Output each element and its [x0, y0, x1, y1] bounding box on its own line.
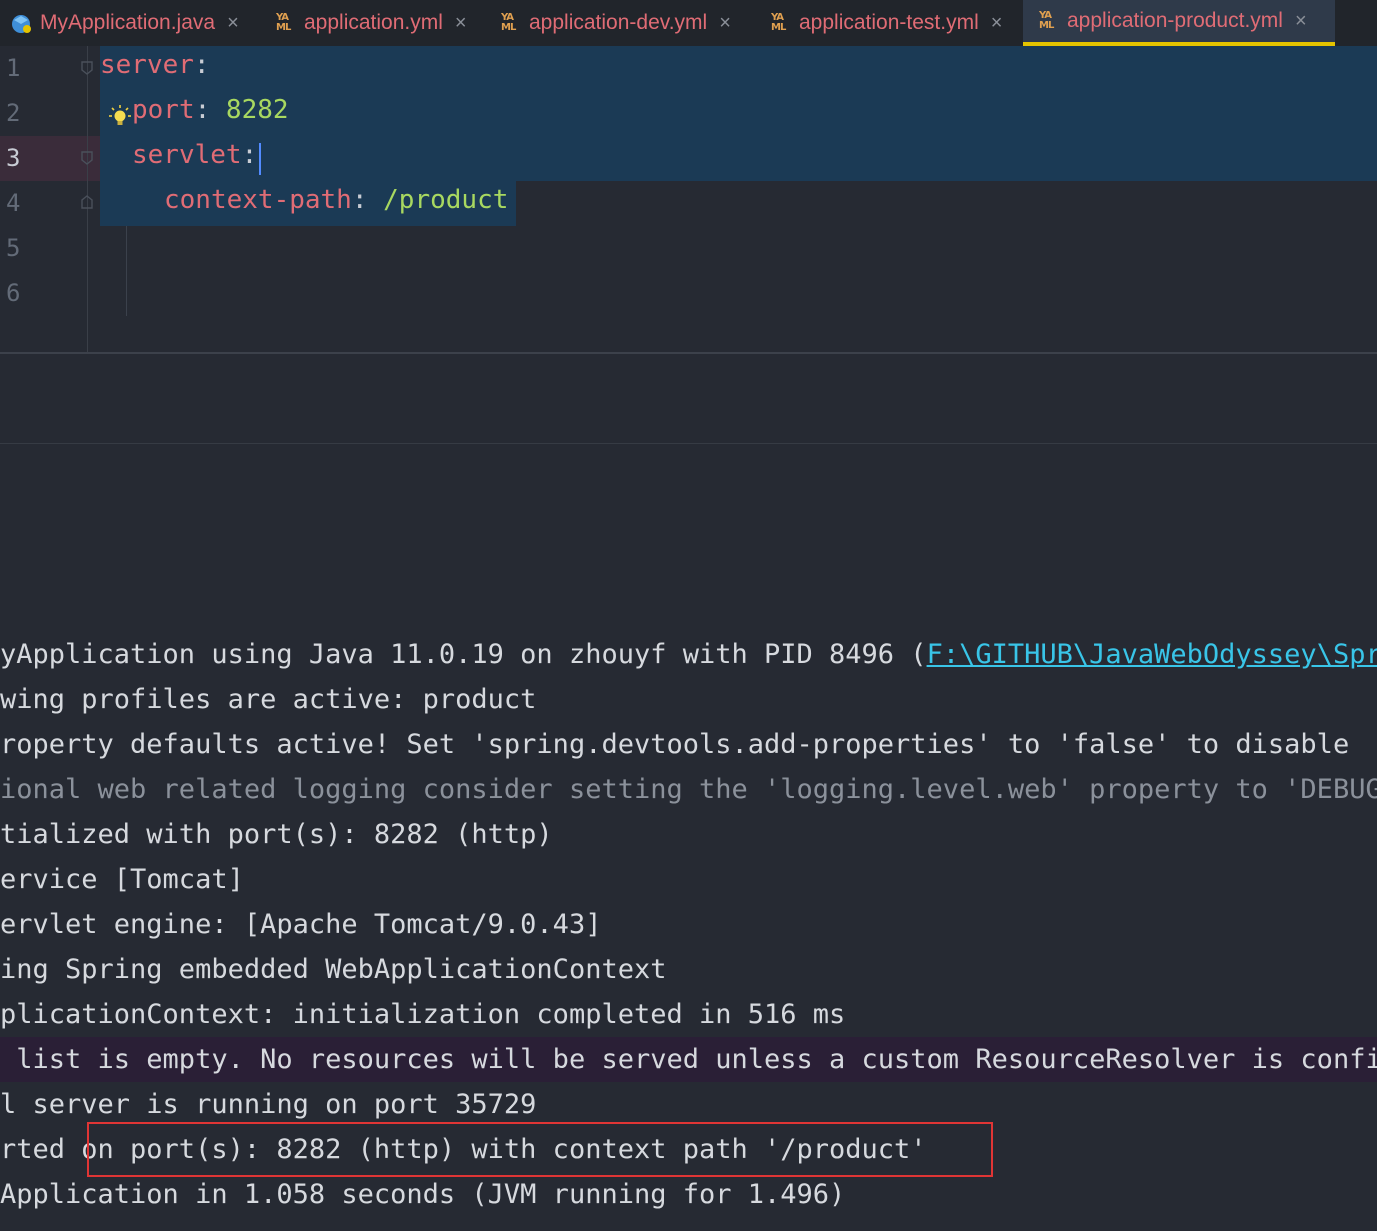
code-line-2[interactable]: port: 8282 [132, 95, 289, 125]
tab-myapplication-java[interactable]: MyApplication.java × [10, 0, 265, 46]
close-icon[interactable]: × [719, 12, 731, 35]
tab-application-dev-yml[interactable]: YA ML application-dev.yml × [501, 0, 763, 46]
fold-marker-icon[interactable] [79, 60, 95, 76]
close-icon[interactable]: × [455, 12, 467, 35]
code-editor[interactable]: 1 2 3 4 5 6 server: port: 8282 servlet: … [0, 46, 1377, 354]
console-line: ing Spring embedded WebApplicationContex… [0, 954, 667, 985]
console-line: tialized with port(s): 8282 (http) [0, 819, 553, 850]
console-line: Application in 1.058 seconds (JVM runnin… [0, 1179, 846, 1210]
yaml-file-icon: YA ML [1039, 10, 1054, 31]
text-selection [100, 46, 1377, 181]
indent-guide [126, 226, 127, 316]
console-line: ervice [Tomcat] [0, 864, 244, 895]
console-line: wing profiles are active: product [0, 684, 537, 715]
yaml-file-icon: YA ML [771, 12, 786, 33]
yaml-file-icon: YA ML [501, 12, 516, 33]
line-number: 3 [6, 144, 21, 172]
text-caret [259, 143, 261, 175]
tab-label: application-test.yml [799, 11, 979, 34]
line-number: 2 [6, 99, 21, 127]
file-path-link[interactable]: F:\GITHUB\JavaWebOdyssey\Spri [927, 639, 1377, 670]
console-line: l server is running on port 35729 [0, 1089, 537, 1120]
fold-end-marker-icon[interactable] [79, 194, 95, 210]
console-separator [0, 443, 1377, 444]
line-number: 5 [6, 234, 21, 262]
code-line-4[interactable]: context-path: /product [164, 185, 508, 215]
editor-bottom-border [0, 352, 1377, 354]
console-line: yApplication using Java 11.0.19 on zhouy… [0, 632, 1377, 677]
editor-tab-bar: MyApplication.java × YA ML application.ym… [0, 0, 1377, 46]
code-line-3[interactable]: servlet: [132, 140, 257, 170]
console-line: plicationContext: initialization complet… [0, 999, 846, 1030]
console-line: ional web related logging consider setti… [0, 774, 1377, 805]
line-number: 6 [6, 279, 21, 307]
java-class-icon [12, 15, 31, 33]
fold-marker-icon[interactable] [79, 150, 95, 166]
tab-label: application-dev.yml [529, 11, 708, 34]
yaml-file-icon: YA ML [276, 12, 291, 33]
annotation-highlight-box [87, 1122, 993, 1177]
tab-label: application-product.yml [1067, 9, 1283, 32]
lightbulb-icon[interactable] [108, 104, 132, 128]
tab-label: application.yml [304, 11, 443, 34]
tab-application-product-yml[interactable]: YA ML application-product.yml × [1023, 0, 1335, 46]
line-number: 4 [6, 189, 21, 217]
tab-application-yml[interactable]: YA ML application.yml × [276, 0, 490, 46]
close-icon[interactable]: × [227, 12, 239, 35]
code-line-1[interactable]: server: [100, 50, 210, 80]
tab-label: MyApplication.java [40, 11, 216, 34]
close-icon[interactable]: × [1295, 10, 1307, 33]
tab-application-test-yml[interactable]: YA ML application-test.yml × [771, 0, 1021, 46]
console-line-warning: list is empty. No resources will be serv… [0, 1037, 1377, 1082]
line-number: 1 [6, 54, 21, 82]
close-icon[interactable]: × [991, 12, 1003, 35]
console-line: ervlet engine: [Apache Tomcat/9.0.43] [0, 909, 602, 940]
console-line: roperty defaults active! Set 'spring.dev… [0, 729, 1350, 760]
